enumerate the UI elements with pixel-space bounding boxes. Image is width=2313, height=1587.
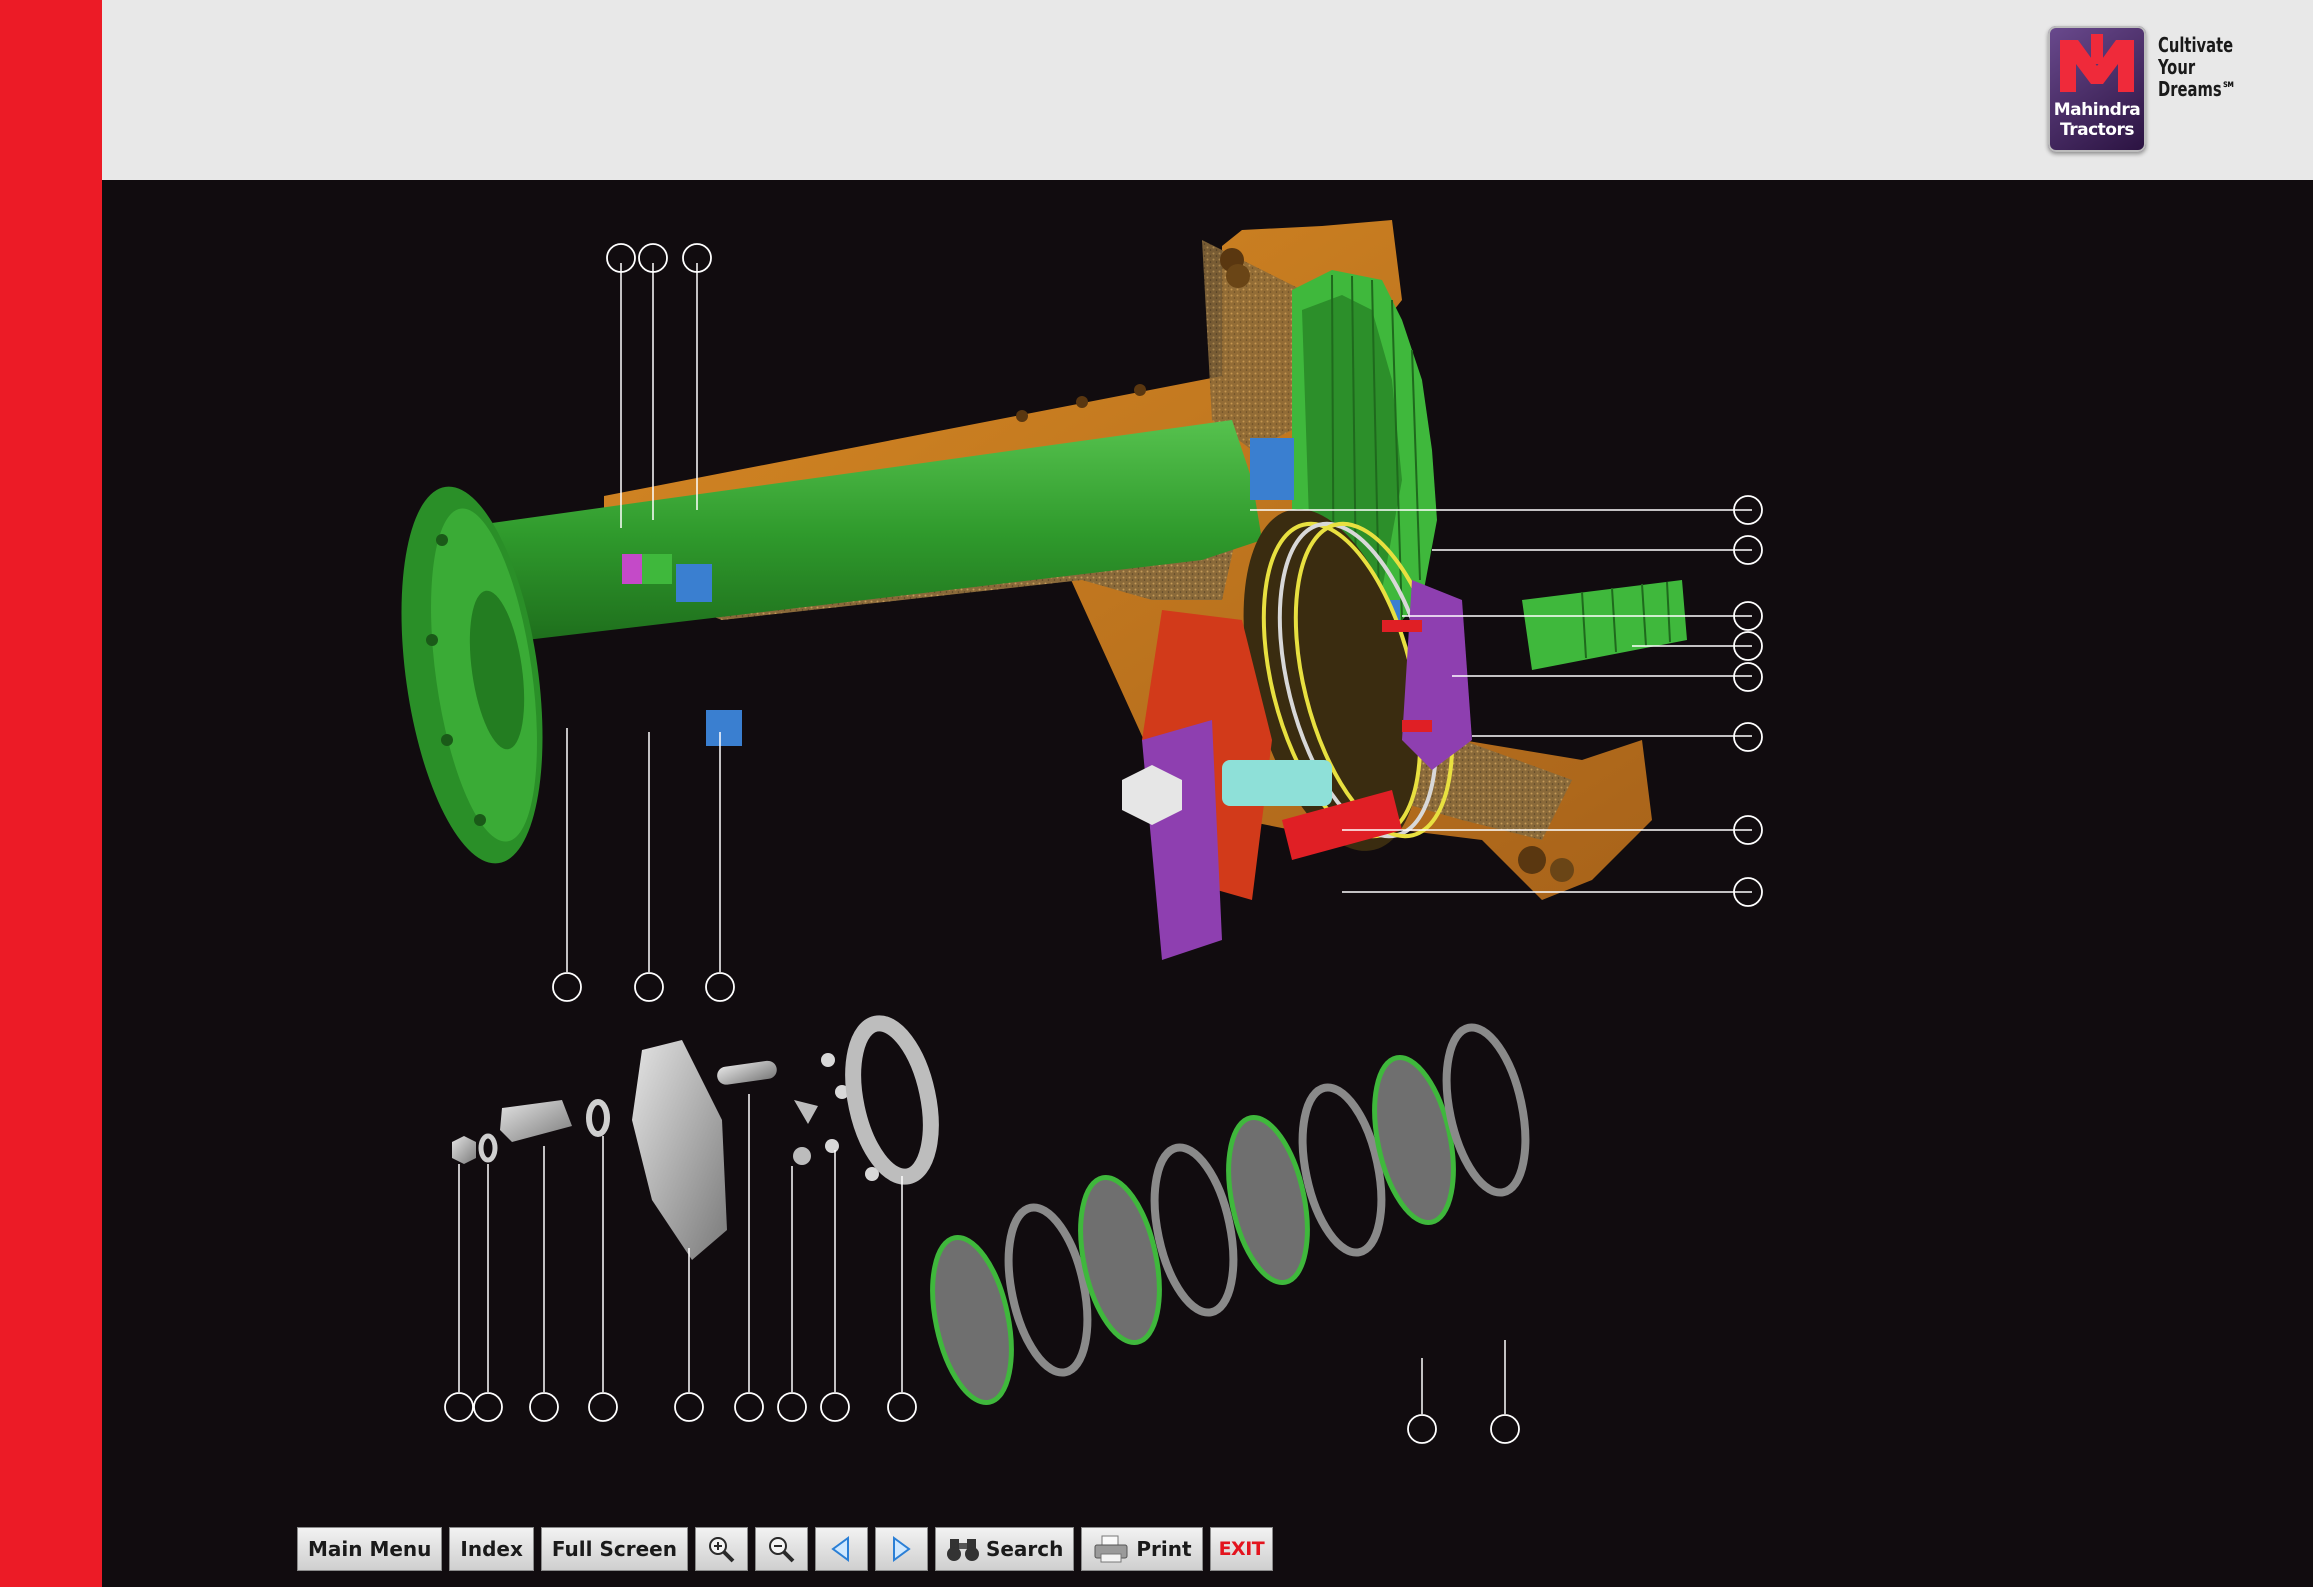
printer-icon xyxy=(1094,1535,1128,1563)
diagram-stage xyxy=(102,180,2313,1587)
previous-page-button[interactable] xyxy=(814,1527,868,1571)
search-label: Search xyxy=(985,1537,1064,1561)
exit-button[interactable]: EXIT xyxy=(1209,1527,1274,1571)
header-bar xyxy=(102,0,2313,180)
index-button[interactable]: Index xyxy=(449,1527,534,1571)
main-menu-label: Main Menu xyxy=(308,1537,432,1561)
tagline: Cultivate Your Dreams℠ xyxy=(2158,33,2237,101)
next-page-icon xyxy=(893,1536,912,1562)
print-button[interactable]: Print xyxy=(1081,1527,1203,1571)
zoom-out-icon xyxy=(769,1537,795,1563)
logo-text: Mahindra Tractors xyxy=(2053,100,2141,140)
index-label: Index xyxy=(460,1537,523,1561)
main-menu-button[interactable]: Main Menu xyxy=(297,1527,443,1571)
exit-label: EXIT xyxy=(1218,1538,1265,1560)
zoom-in-icon xyxy=(709,1537,735,1563)
friction-discs xyxy=(930,1023,1530,1406)
exploded-small-parts xyxy=(452,1015,939,1260)
previous-page-icon xyxy=(831,1536,850,1562)
exploded-parts-diagram xyxy=(401,220,1763,1444)
binoculars-icon xyxy=(946,1539,979,1561)
next-page-button[interactable] xyxy=(874,1527,928,1571)
search-button[interactable]: Search xyxy=(934,1527,1075,1571)
full-screen-label: Full Screen xyxy=(551,1537,677,1561)
mahindra-logo: Mahindra Tractors xyxy=(2048,26,2146,152)
zoom-out-button[interactable] xyxy=(754,1527,808,1571)
print-label: Print xyxy=(1136,1537,1192,1561)
zoom-in-button[interactable] xyxy=(694,1527,748,1571)
navigation-toolbar: Main Menu Index Full Screen Search Print… xyxy=(297,1527,1274,1573)
sidebar-band xyxy=(0,0,102,1587)
full-screen-button[interactable]: Full Screen xyxy=(540,1527,688,1571)
